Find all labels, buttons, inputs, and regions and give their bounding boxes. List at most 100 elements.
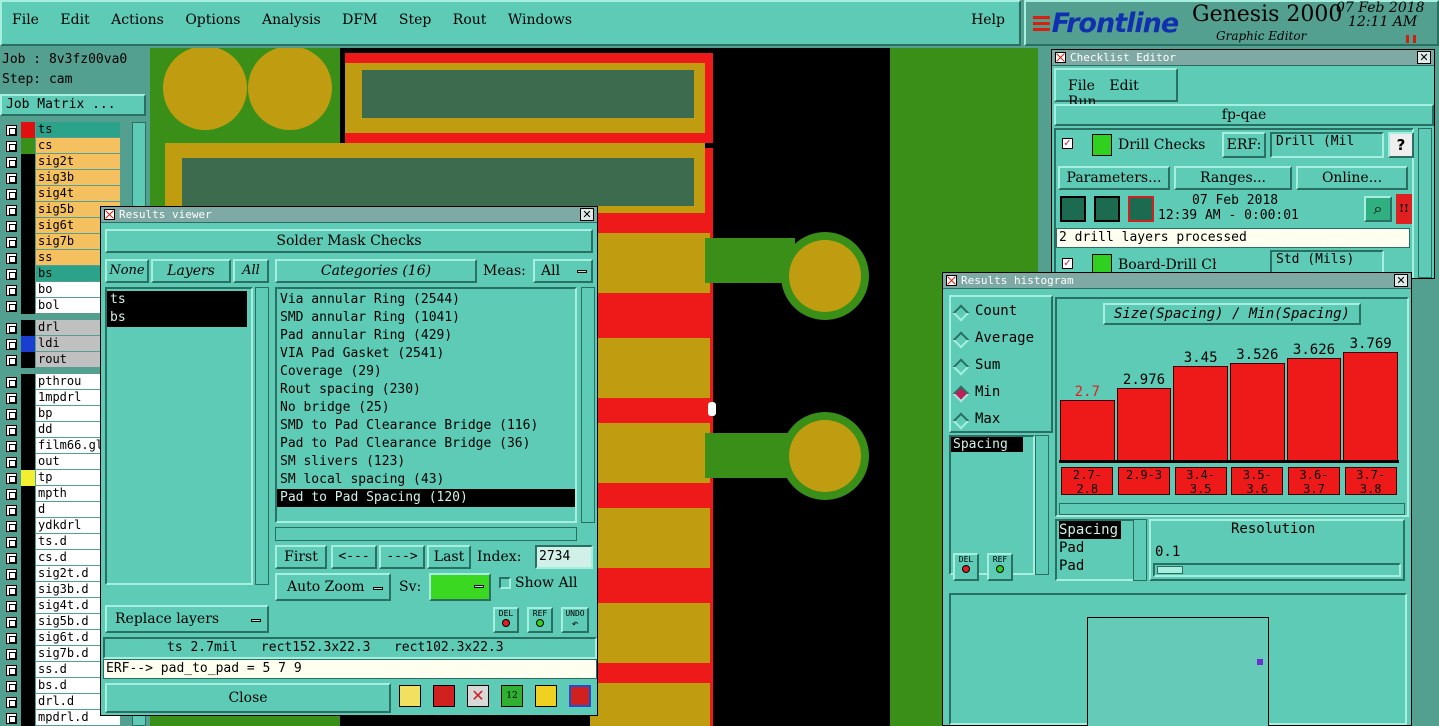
histogram-bar[interactable] xyxy=(1286,358,1342,460)
help-button[interactable]: ? xyxy=(1388,132,1414,158)
layer-color-swatch[interactable] xyxy=(21,630,35,646)
check-mark-icon[interactable]: ✓ xyxy=(1062,138,1073,149)
category-scrollbar[interactable] xyxy=(581,287,595,523)
prev-button[interactable]: <--- xyxy=(331,545,377,569)
histogram-bar[interactable] xyxy=(1343,352,1398,460)
bar-range-label[interactable]: 2.9-3 xyxy=(1118,467,1170,495)
layer-checkbox[interactable] xyxy=(6,393,17,404)
layer-checkbox[interactable] xyxy=(6,489,17,500)
mode-radio-max[interactable] xyxy=(952,412,970,430)
mode-radio-average[interactable] xyxy=(952,331,970,349)
layer-color-swatch[interactable] xyxy=(21,234,35,250)
histogram-bar[interactable] xyxy=(1116,388,1172,460)
window-menu-icon[interactable] xyxy=(946,275,957,286)
mode-radio-sum[interactable] xyxy=(952,358,970,376)
menu-windows[interactable]: Windows xyxy=(508,12,572,28)
layer-color-swatch[interactable] xyxy=(21,486,35,502)
layer-checkbox[interactable] xyxy=(6,713,17,724)
layer-checkbox[interactable] xyxy=(6,697,17,708)
layer-checkbox[interactable] xyxy=(6,301,17,312)
category-item[interactable]: Pad annular Ring (429) xyxy=(277,327,575,345)
layer-row[interactable]: sig2t xyxy=(0,154,120,170)
layer-checkbox[interactable] xyxy=(6,441,17,452)
menu-step[interactable]: Step xyxy=(399,12,431,28)
menu-dfm[interactable]: DFM xyxy=(342,12,377,28)
category-item[interactable]: Pad to Pad Spacing (120) xyxy=(277,489,575,507)
category-item[interactable]: SM local spacing (43) xyxy=(277,471,575,489)
layer-color-swatch[interactable] xyxy=(21,582,35,598)
hist-ref-button[interactable]: REF xyxy=(987,553,1013,581)
layer-scrollbar[interactable] xyxy=(255,287,269,585)
layer-checkbox[interactable] xyxy=(6,253,17,264)
checklist-scrollbar[interactable] xyxy=(1418,128,1432,278)
layer-checkbox[interactable] xyxy=(6,585,17,596)
layer-color-swatch[interactable] xyxy=(21,170,35,186)
layer-color-swatch[interactable] xyxy=(21,550,35,566)
layer-checkbox[interactable] xyxy=(6,355,17,366)
layer-color-swatch[interactable] xyxy=(21,352,35,368)
layer-color-swatch[interactable] xyxy=(21,202,35,218)
results-viewer-titlebar[interactable]: Results viewer ✕ xyxy=(101,207,597,223)
del-button[interactable]: DEL xyxy=(493,607,519,633)
menu-file[interactable]: File xyxy=(12,12,39,28)
layer-checkbox[interactable] xyxy=(6,649,17,660)
zoom-icon[interactable]: ⌕ xyxy=(1364,196,1392,222)
layer-color-swatch[interactable] xyxy=(21,298,35,314)
category-item[interactable]: Via annular Ring (2544) xyxy=(277,291,575,309)
category-item[interactable]: Coverage (29) xyxy=(277,363,575,381)
category-item[interactable]: VIA Pad Gasket (2541) xyxy=(277,345,575,363)
prop-pad[interactable]: Pad xyxy=(1059,539,1133,557)
online-button[interactable]: Online... xyxy=(1296,166,1408,190)
layer-checkbox[interactable] xyxy=(6,323,17,334)
list-item-spacing[interactable]: Spacing xyxy=(951,437,1023,452)
layer-checkbox[interactable] xyxy=(6,221,17,232)
meas-dropdown[interactable]: All xyxy=(533,259,593,283)
check-mark-icon[interactable]: ✓ xyxy=(1062,258,1073,269)
layer-color-swatch[interactable] xyxy=(21,406,35,422)
layer-row[interactable]: sig3b xyxy=(0,170,120,186)
chart-hscrollbar[interactable] xyxy=(1059,503,1405,515)
undo-button[interactable]: UNDO ↶ xyxy=(561,607,589,633)
run-icon[interactable] xyxy=(1060,196,1086,222)
layer-checkbox[interactable] xyxy=(6,617,17,628)
prop-pad[interactable]: Pad xyxy=(1059,557,1133,575)
layer-checkbox[interactable] xyxy=(6,473,17,484)
layer-color-swatch[interactable] xyxy=(21,518,35,534)
mode-radio-count[interactable] xyxy=(952,304,970,322)
layer-name[interactable]: sig3b xyxy=(36,170,120,185)
first-button[interactable]: First xyxy=(275,545,327,569)
layer-color-swatch[interactable] xyxy=(21,710,35,726)
sv-color-dropdown[interactable] xyxy=(429,573,491,601)
layer-color-swatch[interactable] xyxy=(21,694,35,710)
layer-checkbox[interactable] xyxy=(6,569,17,580)
layer-checkbox[interactable] xyxy=(6,237,17,248)
layer-row[interactable]: cs xyxy=(0,138,120,154)
histogram-bar[interactable] xyxy=(1173,366,1228,460)
layer-checkbox[interactable] xyxy=(6,633,17,644)
layer-color-swatch[interactable] xyxy=(21,250,35,266)
layer-color-swatch[interactable] xyxy=(21,454,35,470)
resolution-slider[interactable] xyxy=(1153,563,1401,577)
layer-color-swatch[interactable] xyxy=(21,154,35,170)
histogram-bar[interactable] xyxy=(1060,400,1115,460)
category-item[interactable]: SM slivers (123) xyxy=(277,453,575,471)
bar-range-label[interactable]: 3.7-3.8 xyxy=(1344,467,1397,496)
job-matrix-button[interactable]: Job Matrix ... xyxy=(0,94,146,116)
window-menu-icon[interactable] xyxy=(104,209,115,220)
result-layer-item[interactable]: ts xyxy=(107,291,247,309)
count-icon[interactable]: 12 xyxy=(501,685,523,707)
menu-rout[interactable]: Rout xyxy=(453,12,487,28)
hist-del-button[interactable]: DEL xyxy=(953,553,979,581)
layer-name[interactable]: ts xyxy=(36,122,120,137)
layer-checkbox[interactable] xyxy=(6,269,17,280)
layer-checkbox[interactable] xyxy=(6,173,17,184)
slider-thumb[interactable] xyxy=(1157,566,1183,574)
result-layer-item[interactable]: bs xyxy=(107,309,247,327)
layer-checkbox[interactable] xyxy=(6,189,17,200)
category-item[interactable]: SMD to Pad Clearance Bridge (116) xyxy=(277,417,575,435)
layer-row[interactable]: sig4t xyxy=(0,186,120,202)
checklist-menu-file[interactable]: File xyxy=(1068,78,1095,94)
auto-zoom-dropdown[interactable]: Auto Zoom xyxy=(275,573,391,601)
category-item[interactable]: No bridge (25) xyxy=(277,399,575,417)
layer-checkbox[interactable] xyxy=(6,157,17,168)
